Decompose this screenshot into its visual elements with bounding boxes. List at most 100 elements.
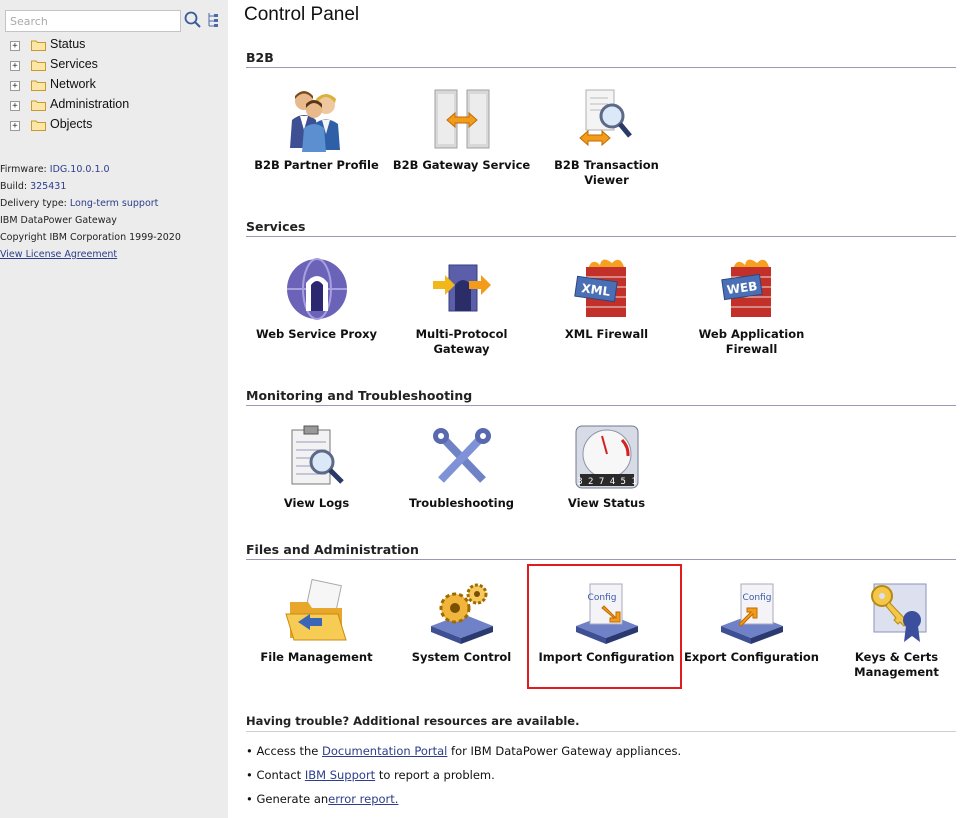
tile-label: File Management xyxy=(260,650,373,664)
multi-protocol-gateway-button[interactable]: Multi-Protocol Gateway xyxy=(389,255,534,357)
tile-label: B2B Transaction Viewer xyxy=(554,158,659,187)
help-text: to report a problem. xyxy=(375,768,495,782)
tile-label: Import Configuration xyxy=(538,650,675,664)
tile-label: Keys & Certs Management xyxy=(854,650,939,679)
b2b-transaction-viewer-button[interactable]: B2B Transaction Viewer xyxy=(534,86,679,188)
help-text: for IBM DataPower Gateway appliances. xyxy=(447,744,682,758)
tree-label: Services xyxy=(50,57,98,71)
tile-label: View Status xyxy=(567,496,646,510)
help-item-docs: • Access the Documentation Portal for IB… xyxy=(246,744,682,758)
delivery-info: Delivery type: Long-term support xyxy=(0,198,158,209)
xml-firewall-button[interactable]: XML XML Firewall xyxy=(534,255,679,342)
tree-item-network[interactable]: + Network xyxy=(0,76,220,96)
import-configuration-button[interactable]: Config Import Configuration xyxy=(534,578,679,665)
config-badge: Config xyxy=(742,593,771,603)
section-monitoring-heading: Monitoring and Troubleshooting xyxy=(246,388,956,406)
gears-icon xyxy=(430,583,493,644)
build-label: Build: xyxy=(0,181,28,192)
keys-icon xyxy=(870,583,926,642)
firmware-info: Firmware: IDG.10.0.1.0 xyxy=(0,164,110,175)
tile-label: Troubleshooting xyxy=(408,496,514,510)
documentation-portal-link[interactable]: Documentation Portal xyxy=(322,744,447,758)
help-text: Contact xyxy=(256,768,305,782)
search-input[interactable] xyxy=(5,10,181,32)
config-badge: Config xyxy=(587,593,616,603)
expand-icon[interactable]: + xyxy=(10,61,20,71)
tree-view-icon[interactable] xyxy=(206,11,220,29)
partner-profile-icon xyxy=(289,91,340,152)
sidebar: + Status + Services + Network + Administ… xyxy=(0,0,228,818)
tree-label: Administration xyxy=(50,97,130,111)
tree-label: Objects xyxy=(50,117,93,131)
status-counter: 3 2 7 4 5 1 xyxy=(577,477,637,487)
b2b-partner-profile-button[interactable]: B2B Partner Profile xyxy=(244,86,389,173)
file-management-button[interactable]: File Management xyxy=(244,578,389,665)
folder-icon xyxy=(31,40,46,51)
firmware-label: Firmware: xyxy=(0,164,47,175)
tree-item-objects[interactable]: + Objects xyxy=(0,116,220,136)
b2b-gateway-service-button[interactable]: B2B Gateway Service xyxy=(389,86,534,173)
tile-label: B2B Gateway Service xyxy=(392,158,531,172)
section-services-heading: Services xyxy=(246,219,956,237)
search-icon[interactable] xyxy=(184,10,202,30)
error-report-link[interactable]: error report. xyxy=(328,792,398,806)
expand-icon[interactable]: + xyxy=(10,101,20,111)
export-config-icon: Config xyxy=(720,583,783,644)
tile-label: B2B Partner Profile xyxy=(254,158,379,172)
tree-item-services[interactable]: + Services xyxy=(0,56,220,76)
tools-icon xyxy=(432,428,491,483)
help-text: Generate an xyxy=(256,792,329,806)
tile-label: XML Firewall xyxy=(564,327,649,341)
delivery-label: Delivery type: xyxy=(0,198,67,209)
import-config-icon: Config xyxy=(575,583,638,644)
web-service-proxy-button[interactable]: Web Service Proxy xyxy=(244,255,389,342)
folder-icon xyxy=(31,80,46,91)
build-value: 325431 xyxy=(30,181,67,192)
build-info: Build: 325431 xyxy=(0,181,66,192)
license-row: View License Agreement xyxy=(0,249,117,260)
web-firewall-icon: WEB xyxy=(720,259,771,317)
tree-label: Status xyxy=(50,37,86,51)
expand-icon[interactable]: + xyxy=(10,41,20,51)
section-files-heading: Files and Administration xyxy=(246,542,956,560)
logs-icon xyxy=(291,425,344,485)
tile-label: System Control xyxy=(411,650,512,664)
view-status-button[interactable]: 3 2 7 4 5 1 View Status xyxy=(534,424,679,511)
expand-icon[interactable]: + xyxy=(10,81,20,91)
system-control-button[interactable]: System Control xyxy=(389,578,534,665)
web-application-firewall-button[interactable]: WEB Web Application Firewall xyxy=(679,255,824,357)
keys-certs-management-button[interactable]: Keys & Certs Management xyxy=(824,578,969,680)
help-item-support: • Contact IBM Support to report a proble… xyxy=(246,768,495,782)
firmware-value: IDG.10.0.1.0 xyxy=(49,164,110,175)
folder-icon xyxy=(31,100,46,111)
help-item-error-report: • Generate anerror report. xyxy=(246,792,399,806)
troubleshooting-button[interactable]: Troubleshooting xyxy=(389,424,534,511)
license-link[interactable]: View License Agreement xyxy=(0,249,117,260)
copyright: Copyright IBM Corporation 1999-2020 xyxy=(0,232,181,243)
product-name: IBM DataPower Gateway xyxy=(0,215,117,226)
tile-label: Web Application Firewall xyxy=(698,327,805,356)
expand-icon[interactable]: + xyxy=(10,121,20,131)
tree-item-status[interactable]: + Status xyxy=(0,36,220,56)
tree-label: Network xyxy=(50,77,96,91)
globe-icon xyxy=(286,258,347,320)
section-b2b-heading: B2B xyxy=(246,50,956,68)
b2b-gateway-icon xyxy=(434,89,489,149)
folder-icon xyxy=(31,120,46,131)
delivery-value: Long-term support xyxy=(69,198,159,209)
page-title: Control Panel xyxy=(244,4,360,25)
folder-icon xyxy=(31,60,46,71)
view-logs-button[interactable]: View Logs xyxy=(244,424,389,511)
gauge-icon: 3 2 7 4 5 1 xyxy=(575,425,638,489)
xml-firewall-icon: XML xyxy=(573,259,626,317)
gateway-icon xyxy=(432,264,491,312)
tile-label: Web Service Proxy xyxy=(255,327,378,341)
help-heading: Having trouble? Additional resources are… xyxy=(246,714,956,732)
tree-item-administration[interactable]: + Administration xyxy=(0,96,220,116)
tile-label: Multi-Protocol Gateway xyxy=(415,327,508,356)
tile-label: View Logs xyxy=(283,496,350,510)
export-configuration-button[interactable]: Config Export Configuration xyxy=(679,578,824,665)
help-text: Access the xyxy=(256,744,323,758)
ibm-support-link[interactable]: IBM Support xyxy=(305,768,375,782)
transaction-viewer-icon xyxy=(578,89,632,147)
